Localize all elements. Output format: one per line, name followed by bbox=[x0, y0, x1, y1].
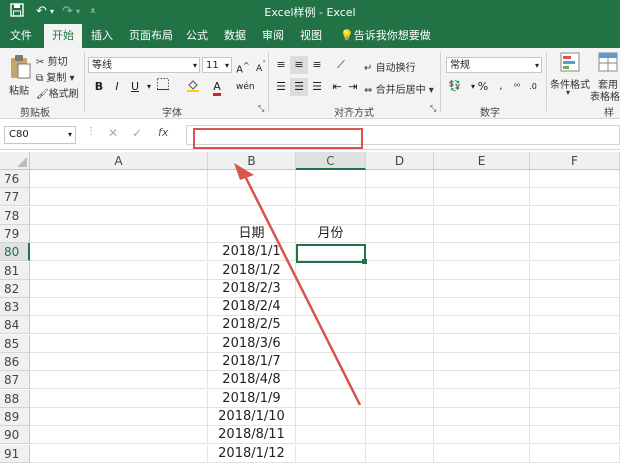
annotation-arrow bbox=[234, 163, 362, 406]
